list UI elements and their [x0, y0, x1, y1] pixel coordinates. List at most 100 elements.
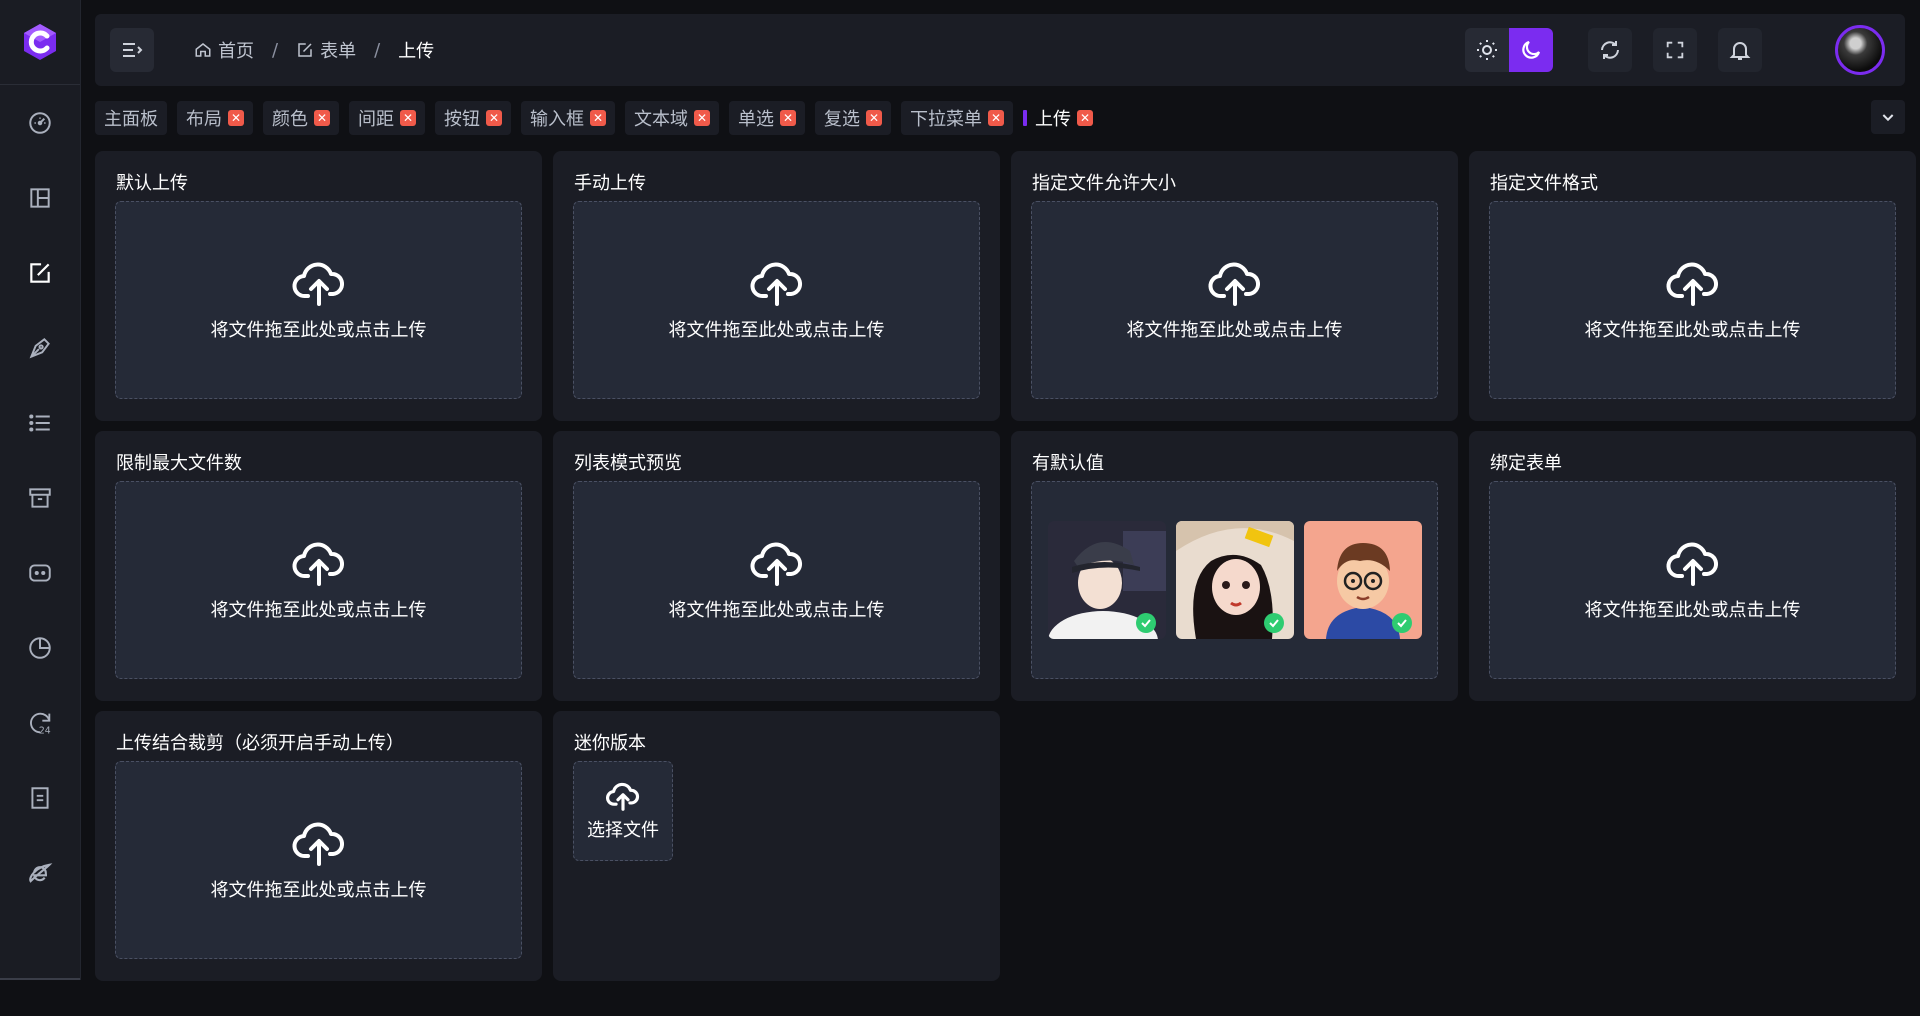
menu-collapse-icon [123, 43, 143, 57]
card-mini-upload: 迷你版本 选择文件 [553, 711, 1000, 981]
tab-close-icon[interactable]: ✕ [486, 110, 502, 126]
cloud-upload-icon [1666, 542, 1718, 586]
tab-close-icon[interactable]: ✕ [400, 110, 416, 126]
app-logo[interactable] [0, 0, 80, 85]
tab-close-icon[interactable]: ✕ [228, 110, 244, 126]
pen-icon [29, 337, 50, 358]
tab-label: 复选 [824, 109, 860, 130]
uploaded-image-thumbnail[interactable] [1176, 521, 1294, 639]
card-title: 有默认值 [1032, 453, 1104, 474]
card-manual-upload: 手动上传 将文件拖至此处或点击上传 [553, 151, 1000, 421]
tab-label: 颜色 [272, 109, 308, 130]
document-icon [31, 786, 49, 809]
dropzone-text: 将文件拖至此处或点击上传 [1584, 320, 1801, 341]
user-avatar[interactable] [1835, 25, 1885, 75]
tab-close-icon[interactable]: ✕ [314, 110, 330, 126]
sidebar-item-browser[interactable] [0, 835, 80, 910]
sidebar-item-pen[interactable] [0, 310, 80, 385]
tab-dashboard[interactable]: 主面板 [95, 101, 167, 135]
upload-dropzone[interactable]: 将文件拖至此处或点击上传 [1489, 481, 1896, 679]
upload-dropzone[interactable]: 将文件拖至此处或点击上传 [1489, 201, 1896, 399]
upload-dropzone[interactable]: 将文件拖至此处或点击上传 [1031, 201, 1438, 399]
upload-dropzone[interactable]: 将文件拖至此处或点击上传 [115, 201, 522, 399]
refresh-button[interactable] [1588, 28, 1632, 72]
tab-label: 输入框 [530, 109, 584, 130]
tab-close-icon[interactable]: ✕ [590, 110, 606, 126]
home-icon [195, 43, 211, 57]
mini-upload-button[interactable]: 选择文件 [573, 761, 673, 861]
uploaded-image-thumbnail[interactable] [1304, 521, 1422, 639]
upload-dropzone[interactable]: 将文件拖至此处或点击上传 [573, 481, 980, 679]
dashboard-icon [29, 111, 51, 134]
list-icon [29, 413, 50, 432]
breadcrumb-home[interactable]: 首页 [194, 37, 254, 63]
breadcrumb-form[interactable]: 表单 [296, 37, 356, 63]
cloud-upload-icon [292, 822, 344, 866]
tab-label: 布局 [186, 109, 222, 130]
sidebar-item-chat[interactable] [0, 535, 80, 610]
theme-toggle [1465, 28, 1553, 72]
card-title: 列表模式预览 [574, 453, 682, 474]
tabs-menu-button[interactable] [1871, 100, 1905, 134]
tab-upload[interactable]: 上传 ✕ [1023, 101, 1102, 135]
tab-label: 下拉菜单 [910, 109, 982, 130]
tab-close-icon[interactable]: ✕ [988, 110, 1004, 126]
tabs-bar: 主面板 布局 ✕ 颜色 ✕ 间距 ✕ 按钮 ✕ 输入框 ✕ 文本域 ✕ 单选 ✕ 复选 ✕ 下拉… [95, 100, 1905, 136]
uploaded-image-thumbnail[interactable] [1048, 521, 1166, 639]
tab-close-icon[interactable]: ✕ [694, 110, 710, 126]
upload-dropzone[interactable]: 将文件拖至此处或点击上传 [573, 201, 980, 399]
sidebar-item-24h[interactable]: 24 [0, 685, 80, 760]
tab-color[interactable]: 颜色 ✕ [263, 101, 339, 135]
dark-theme-button[interactable] [1509, 28, 1553, 72]
card-title: 指定文件格式 [1490, 173, 1598, 194]
tab-textarea[interactable]: 文本域 ✕ [625, 101, 719, 135]
card-title: 默认上传 [116, 173, 188, 194]
sidebar-nav: 24 [0, 85, 80, 910]
sidebar-item-list[interactable] [0, 385, 80, 460]
cloud-upload-icon [750, 542, 802, 586]
breadcrumb-current: 上传 [398, 37, 434, 63]
sidebar-item-chart[interactable] [0, 610, 80, 685]
fullscreen-button[interactable] [1653, 28, 1697, 72]
ie-browser-icon [29, 862, 53, 883]
tab-layout[interactable]: 布局 ✕ [177, 101, 253, 135]
notification-button[interactable] [1718, 28, 1762, 72]
sun-icon [1477, 40, 1497, 60]
tab-close-icon[interactable]: ✕ [1077, 110, 1093, 126]
sidebar-item-layout[interactable] [0, 160, 80, 235]
sidebar-item-dashboard[interactable] [0, 85, 80, 160]
collapse-sidebar-button[interactable] [110, 28, 154, 72]
sidebar-item-archive[interactable] [0, 460, 80, 535]
tab-input[interactable]: 输入框 ✕ [521, 101, 615, 135]
sidebar-divider [0, 978, 80, 980]
chevron-down-icon [1882, 114, 1894, 122]
tab-dropdown[interactable]: 下拉菜单 ✕ [901, 101, 1013, 135]
tab-label: 文本域 [634, 109, 688, 130]
breadcrumb-form-label: 表单 [320, 41, 357, 62]
card-title: 迷你版本 [574, 733, 646, 754]
card-title: 指定文件允许大小 [1032, 173, 1176, 194]
tab-label: 主面板 [104, 109, 158, 130]
cloud-upload-icon [750, 262, 802, 306]
tab-close-icon[interactable]: ✕ [780, 110, 796, 126]
tab-radio[interactable]: 单选 ✕ [729, 101, 805, 135]
tab-checkbox[interactable]: 复选 ✕ [815, 101, 891, 135]
tab-spacing[interactable]: 间距 ✕ [349, 101, 425, 135]
card-upload-crop: 上传结合裁剪（必须开启手动上传） 将文件拖至此处或点击上传 [95, 711, 542, 981]
breadcrumb: 首页 / 表单 / 上传 [194, 37, 434, 63]
tab-close-icon[interactable]: ✕ [866, 110, 882, 126]
sidebar-item-form[interactable] [0, 235, 80, 310]
breadcrumb-separator: / [374, 39, 381, 61]
card-title: 绑定表单 [1490, 453, 1562, 474]
sidebar-item-document[interactable] [0, 760, 80, 835]
breadcrumb-home-label: 首页 [218, 41, 254, 62]
tab-button[interactable]: 按钮 ✕ [435, 101, 511, 135]
cloud-upload-icon [1666, 262, 1718, 306]
card-title: 上传结合裁剪（必须开启手动上传） [116, 733, 404, 754]
dropzone-text: 将文件拖至此处或点击上传 [1126, 320, 1343, 341]
light-theme-button[interactable] [1465, 28, 1509, 72]
layout-icon [30, 187, 50, 208]
upload-dropzone[interactable]: 将文件拖至此处或点击上传 [115, 761, 522, 959]
upload-dropzone[interactable]: 将文件拖至此处或点击上传 [115, 481, 522, 679]
header-actions [1465, 25, 1905, 75]
